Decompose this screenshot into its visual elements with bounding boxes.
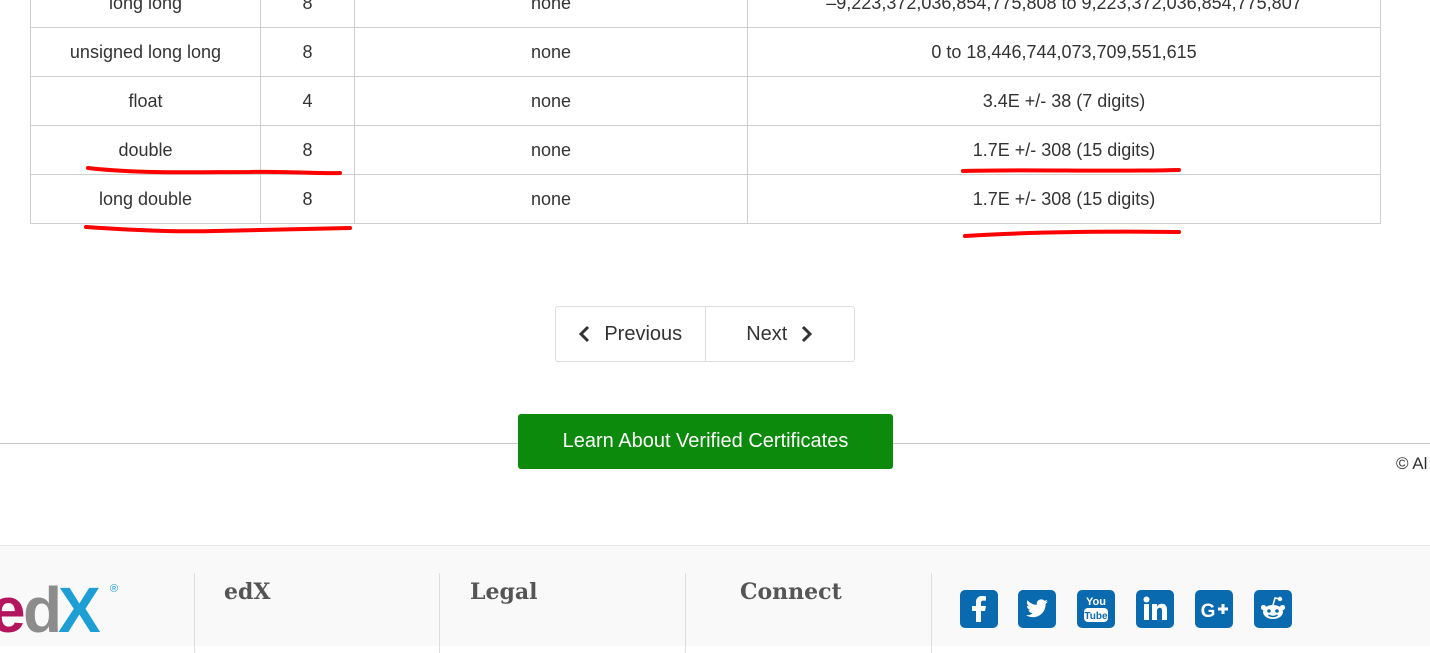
- type-name-cell: double: [30, 125, 261, 175]
- footer-divider: [194, 573, 195, 653]
- svg-text:e: e: [0, 576, 26, 636]
- edx-logo[interactable]: e d X ®: [0, 574, 130, 646]
- range-cell: 0 to 18,446,744,073,709,551,615: [747, 27, 1381, 77]
- footer-heading-legal: Legal: [470, 579, 538, 605]
- other-names-cell: none: [354, 0, 748, 28]
- footer-divider: [685, 573, 686, 653]
- range-cell: –9,223,372,036,854,775,808 to 9,223,372,…: [747, 0, 1381, 28]
- chevron-left-icon: [578, 325, 590, 343]
- facebook-icon[interactable]: [960, 590, 998, 628]
- next-label: Next: [746, 322, 788, 345]
- previous-label: Previous: [604, 322, 683, 345]
- range-cell: 3.4E +/- 38 (7 digits): [747, 76, 1381, 126]
- range-cell: 1.7E +/- 308 (15 digits): [747, 174, 1381, 224]
- svg-text:®: ®: [110, 583, 118, 595]
- footer-heading-connect: Connect: [740, 579, 842, 605]
- footer-heading-edx: edX: [224, 579, 271, 605]
- other-names-cell: none: [354, 174, 748, 224]
- previous-button[interactable]: Previous: [556, 307, 705, 361]
- table-row: float 4 none 3.4E +/- 38 (7 digits): [30, 76, 1381, 126]
- svg-text:G: G: [1201, 601, 1216, 622]
- chevron-right-icon: [801, 325, 813, 343]
- type-name-cell: unsigned long long: [30, 27, 261, 77]
- other-names-cell: none: [354, 27, 748, 77]
- footer-divider: [931, 573, 932, 653]
- bytes-cell: 8: [260, 125, 355, 175]
- svg-text:d: d: [23, 576, 62, 636]
- linkedin-icon[interactable]: [1136, 590, 1174, 628]
- table-row: double 8 none 1.7E +/- 308 (15 digits): [30, 125, 1381, 175]
- other-names-cell: none: [354, 125, 748, 175]
- bytes-cell: 8: [260, 27, 355, 77]
- bytes-cell: 8: [260, 0, 355, 28]
- pagination: Previous Next: [555, 306, 855, 362]
- footer-divider: [439, 573, 440, 653]
- next-button[interactable]: Next: [704, 307, 855, 361]
- verified-certificates-button[interactable]: Learn About Verified Certificates: [518, 414, 893, 469]
- type-name-cell: long double: [30, 174, 261, 224]
- data-types-table: long long 8 none –9,223,372,036,854,775,808…: [30, 0, 1381, 224]
- youtube-icon[interactable]: You Tube: [1077, 590, 1115, 628]
- svg-text:X: X: [58, 576, 101, 636]
- svg-text:Tube: Tube: [1084, 611, 1108, 622]
- site-footer: e d X ® edX Legal Connect You Tube G: [0, 545, 1430, 653]
- type-name-cell: float: [30, 76, 261, 126]
- table-row: unsigned long long 8 none 0 to 18,446,744,0…: [30, 27, 1381, 77]
- bytes-cell: 4: [260, 76, 355, 126]
- range-cell: 1.7E +/- 308 (15 digits): [747, 125, 1381, 175]
- underline-long-double: [84, 225, 352, 234]
- reddit-icon[interactable]: [1254, 590, 1292, 628]
- google-plus-icon[interactable]: G: [1195, 590, 1233, 628]
- twitter-icon[interactable]: [1018, 590, 1056, 628]
- type-name-cell: long long: [30, 0, 261, 28]
- underline-long-double-range: [963, 229, 1181, 238]
- bytes-cell: 8: [260, 174, 355, 224]
- svg-text:You: You: [1086, 596, 1106, 608]
- table-row: long double 8 none 1.7E +/- 308 (15 digits): [30, 174, 1381, 224]
- copyright-text: © Al: [1396, 454, 1428, 473]
- table-row: long long 8 none –9,223,372,036,854,775,808…: [30, 0, 1381, 28]
- other-names-cell: none: [354, 76, 748, 126]
